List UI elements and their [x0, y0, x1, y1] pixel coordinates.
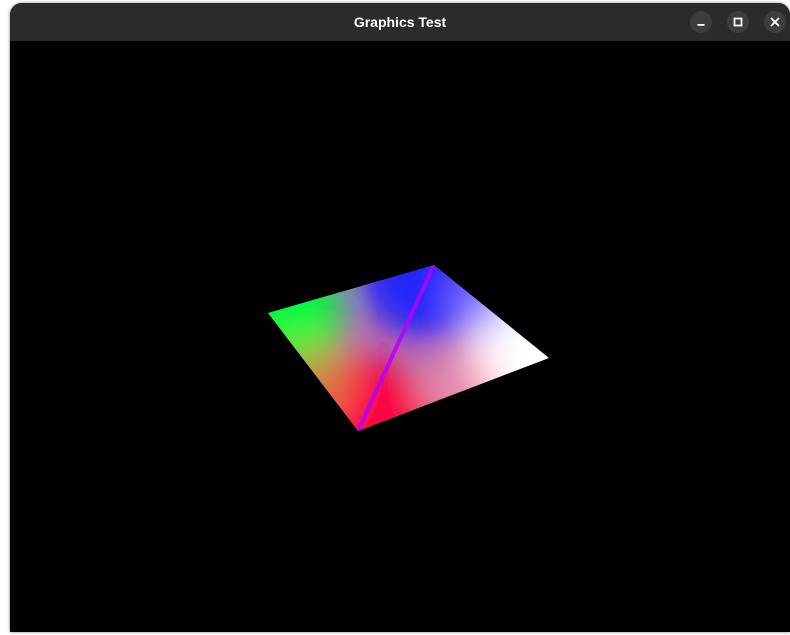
minimize-icon [697, 24, 705, 26]
maximize-button[interactable] [727, 11, 749, 33]
maximize-icon [733, 17, 743, 27]
minimize-button[interactable] [690, 11, 712, 33]
gradient-quad [268, 265, 549, 431]
close-icon [770, 17, 780, 27]
window-title: Graphics Test [353, 14, 447, 30]
render-surface [268, 265, 549, 431]
app-window: Graphics Test [10, 3, 790, 632]
title-bar[interactable]: Graphics Test [10, 3, 790, 42]
close-button[interactable] [764, 11, 786, 33]
render-canvas[interactable] [10, 41, 790, 632]
